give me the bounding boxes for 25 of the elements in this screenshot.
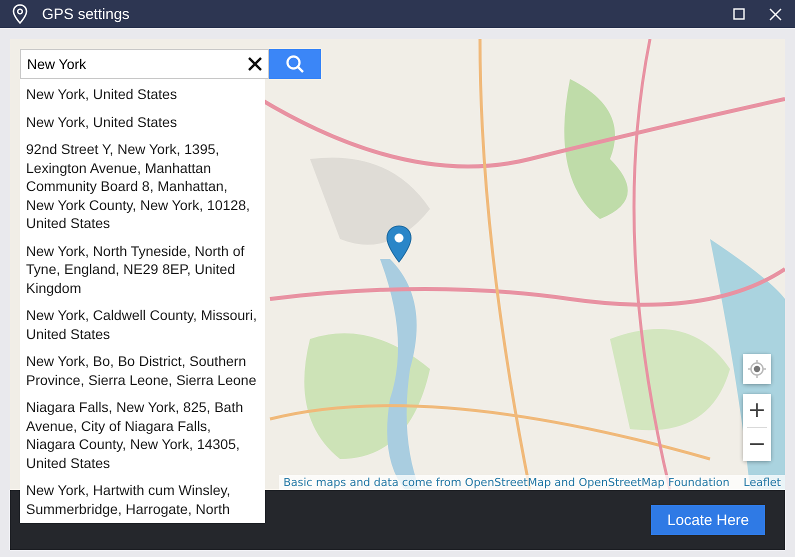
close-icon bbox=[768, 8, 782, 20]
clear-button[interactable] bbox=[247, 56, 263, 72]
close-icon bbox=[247, 56, 263, 72]
location-pin-icon bbox=[12, 4, 28, 24]
search-result[interactable]: New York, United States bbox=[20, 81, 265, 108]
search-result[interactable]: 92nd Street Y, New York, 1395, Lexington Avenue, Manhattan Community Board 8, Manhattan, New York County, New York, 10128, United States bbox=[20, 136, 265, 238]
zoom-out-button[interactable]: − bbox=[743, 428, 771, 461]
zoom-in-button[interactable]: + bbox=[743, 394, 771, 427]
window-title: GPS settings bbox=[42, 6, 131, 22]
search-result[interactable]: New York, North Tyneside, North of Tyne, England, NE29 8EP, United Kingdom bbox=[20, 238, 265, 302]
map-marker-icon bbox=[386, 225, 412, 263]
search-result[interactable]: New York, Bo, Bo District, Southern Province, Sierra Leone, Sierra Leone bbox=[20, 348, 265, 394]
search-result[interactable]: Niagara Falls, New York, 825, Bath Avenue, City of Niagara Falls, Niagara County, New York, 14305, United States bbox=[20, 394, 265, 477]
search-result[interactable]: New York, Hartwith cum Winsley, Summerbridge, Harrogate, North bbox=[20, 477, 265, 523]
locate-button[interactable] bbox=[743, 354, 771, 384]
search-result[interactable]: New York, United States bbox=[20, 108, 265, 136]
leaflet-link[interactable]: Leaflet bbox=[744, 476, 781, 489]
search-field[interactable]: New York bbox=[20, 49, 269, 79]
search-result[interactable]: New York, Caldwell County, Missouri, United States bbox=[20, 302, 265, 348]
map-attribution: Basic maps and data come from OpenStreetMap and OpenStreetMap Foundation bbox=[283, 476, 730, 489]
search-icon bbox=[285, 54, 305, 74]
search-button[interactable] bbox=[269, 49, 321, 79]
maximize-icon bbox=[733, 8, 745, 20]
locate-icon bbox=[748, 360, 766, 378]
locate-here-button[interactable]: Locate Here bbox=[651, 505, 765, 535]
